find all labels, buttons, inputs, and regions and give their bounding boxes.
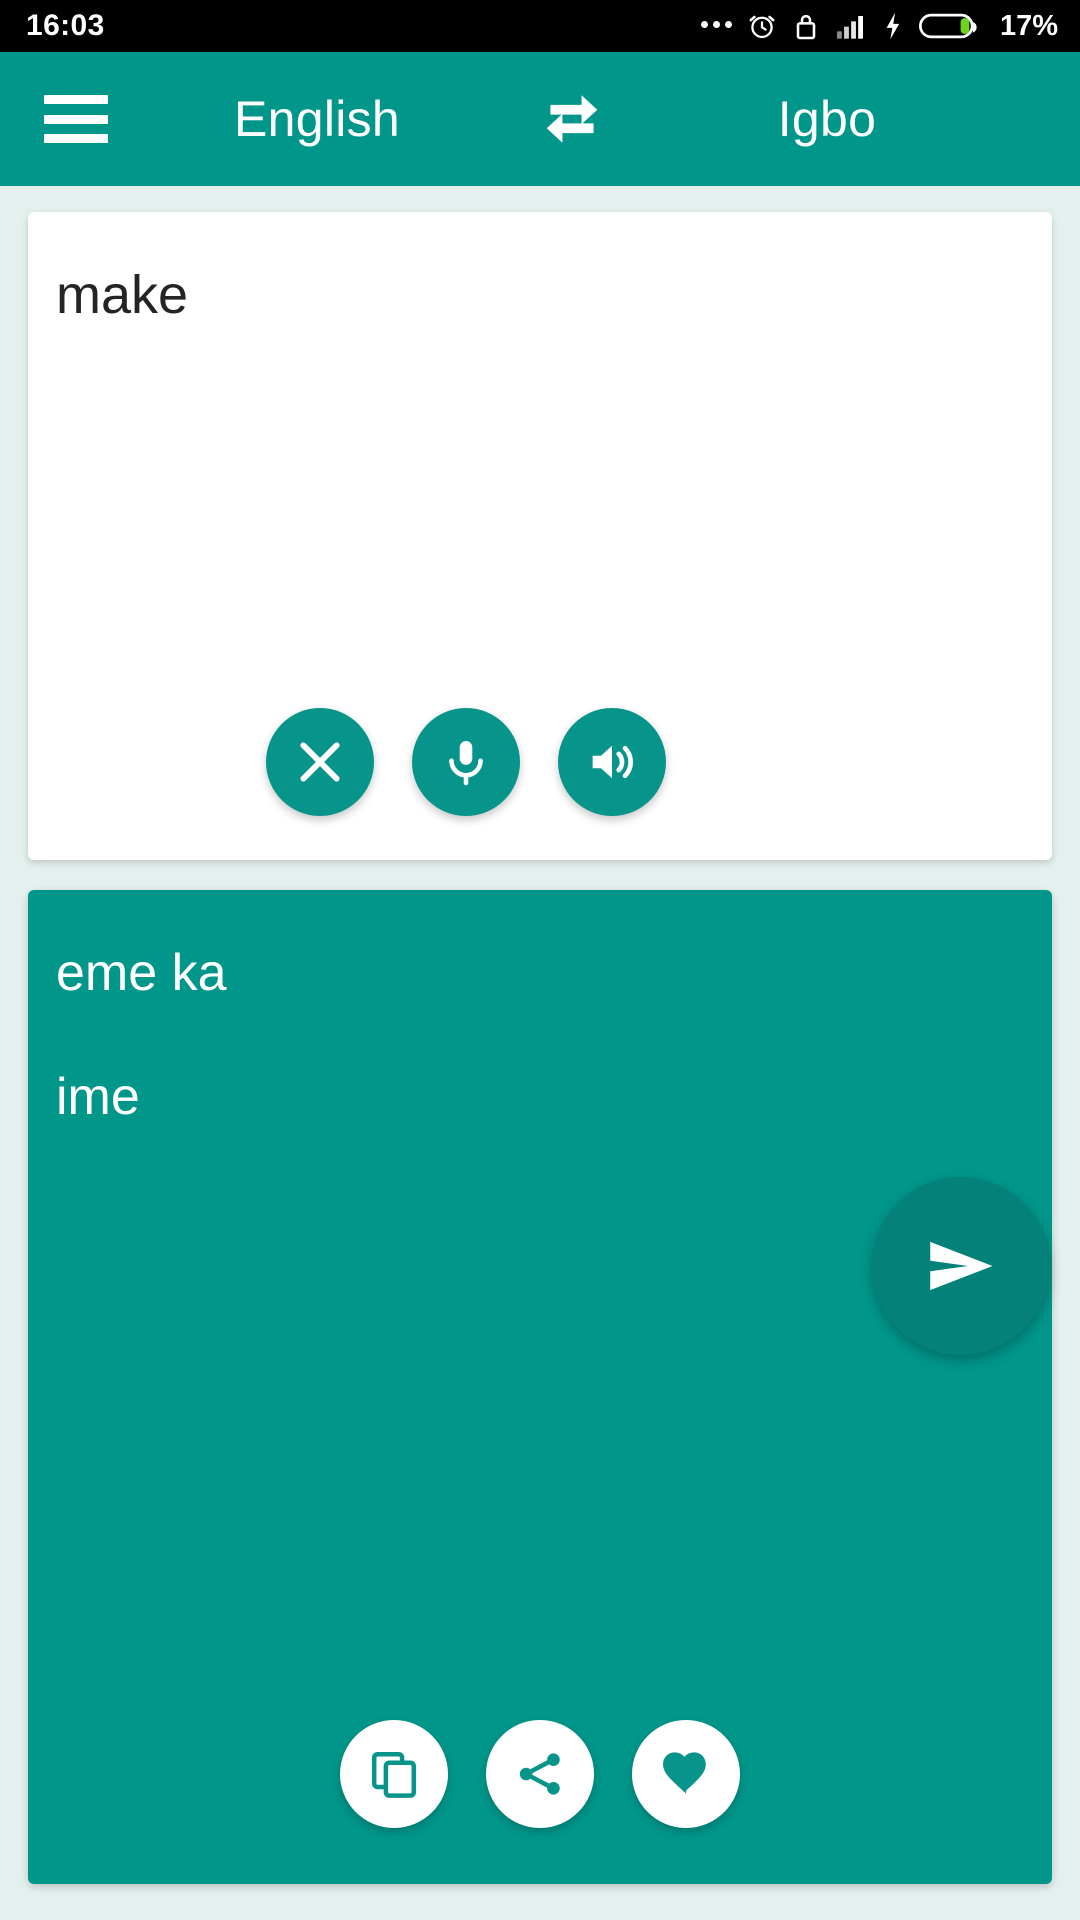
speaker-icon <box>592 745 633 779</box>
alarm-clock-icon <box>749 15 775 39</box>
battery-percent-label: 17% <box>999 9 1058 42</box>
heart-icon <box>663 1752 706 1794</box>
send-icon <box>930 1241 993 1291</box>
status-bar-icons: 17% <box>700 9 1058 43</box>
source-text-card: make <box>28 212 1052 860</box>
microphone-icon <box>449 740 483 786</box>
translator-app-screen: 16:03 17% English Igbo make eme ka ime <box>0 0 1080 1920</box>
source-action-bar <box>28 708 1052 860</box>
signal-bars-icon <box>836 16 863 39</box>
speak-source-button[interactable] <box>558 708 666 816</box>
hamburger-menu-icon[interactable] <box>44 95 108 143</box>
translation-line: eme ka <box>56 944 227 1002</box>
close-icon <box>300 742 340 782</box>
translation-result-card: eme ka ime <box>28 890 1052 1884</box>
status-bar-clock: 16:03 <box>26 9 105 42</box>
favorite-button[interactable] <box>632 1720 740 1828</box>
more-dots-icon <box>700 21 732 31</box>
clear-button[interactable] <box>266 708 374 816</box>
source-text-input[interactable]: make <box>28 212 1052 708</box>
copy-button[interactable] <box>340 1720 448 1828</box>
swap-languages-icon[interactable] <box>526 73 618 165</box>
status-bar: 16:03 17% <box>0 0 1080 52</box>
source-language-button[interactable]: English <box>108 90 526 148</box>
lock-icon <box>796 14 816 40</box>
charging-bolt-icon <box>886 12 900 40</box>
share-button[interactable] <box>486 1720 594 1828</box>
voice-input-button[interactable] <box>412 708 520 816</box>
copy-icon <box>371 1751 417 1798</box>
content-area: make eme ka ime <box>0 186 1080 1920</box>
share-icon <box>519 1753 560 1795</box>
translate-send-button[interactable] <box>872 1177 1050 1355</box>
translation-action-bar <box>28 1720 1052 1884</box>
translation-line: ime <box>56 1068 140 1127</box>
battery-icon <box>918 13 977 39</box>
app-bar: English Igbo <box>0 52 1080 186</box>
target-language-button[interactable]: Igbo <box>618 90 1036 148</box>
